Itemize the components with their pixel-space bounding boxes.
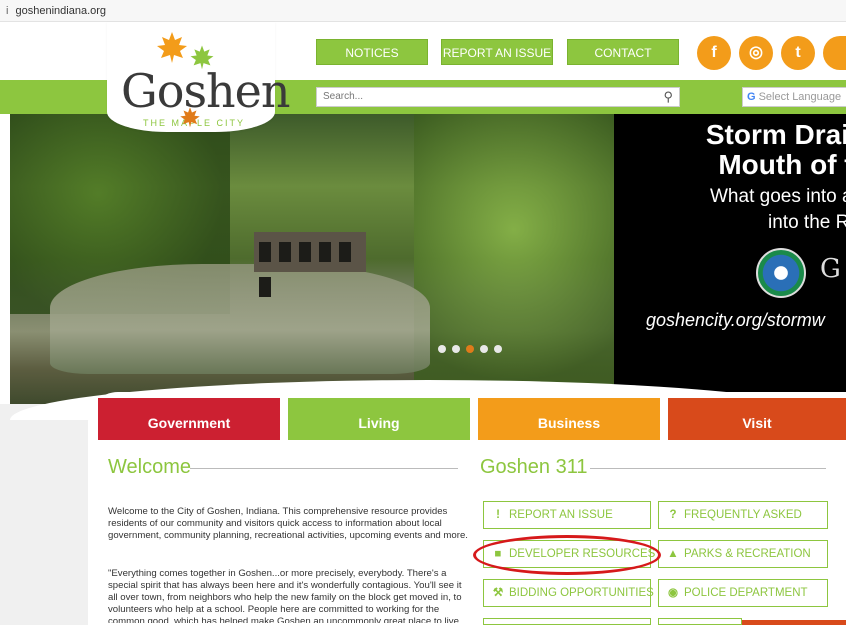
police-department-button[interactable]: ◉ POLICE DEPARTMENT [658,579,828,607]
twitter-icon[interactable]: t [781,36,815,70]
slide-dot[interactable] [452,345,460,353]
banner-logo-letter: G [820,254,841,284]
goshen-311-rule [590,468,826,469]
city-seal-icon [756,248,806,298]
google-icon: G [747,91,756,103]
tab-government[interactable]: Government [98,398,280,440]
welcome-paragraph-1: Welcome to the City of Goshen, Indiana. … [108,506,468,541]
feedback-tab-partial[interactable] [742,620,846,625]
slide-dot[interactable] [494,345,502,353]
stormwater-banner: Storm Drain Mouth of t What goes into a … [614,114,846,404]
police-department-label: POLICE DEPARTMENT [684,587,808,599]
tab-living[interactable]: Living [288,398,470,440]
goshen-311-title: Goshen 311 [480,456,588,478]
welcome-rule [190,468,458,469]
search-input[interactable]: Search... ⚲ [316,87,680,107]
language-select[interactable]: G Select Language [742,87,846,107]
gavel-icon: ⚒ [492,587,504,599]
banner-text-line2: into the R [768,212,846,233]
banner-title: Storm Drain Mouth of t [656,120,846,180]
site-info-icon[interactable]: i [6,5,8,17]
hero-slider[interactable]: Storm Drain Mouth of t What goes into a … [10,114,846,404]
search-placeholder: Search... [323,91,364,102]
banner-text-line1: What goes into a [710,186,846,207]
logo-wordmark: Goshen [121,64,291,118]
maple-leaf-orange-icon [157,32,187,63]
notices-button[interactable]: NOTICES [316,39,428,65]
report-issue-label: REPORT AN ISSUE [509,509,613,521]
photo-river [50,264,430,374]
report-issue-button[interactable]: REPORT AN ISSUE [441,39,553,65]
facebook-icon[interactable]: f [697,36,731,70]
slide-dot-active[interactable] [466,345,474,353]
instagram-icon[interactable]: ◎ [739,36,773,70]
language-label: Select Language [758,91,842,103]
welcome-title: Welcome [108,456,191,478]
next-row-button-partial-right[interactable] [658,618,742,625]
banner-title-line2: Mouth of t [718,149,846,180]
frequently-asked-label: FREQUENTLY ASKED [684,509,802,521]
slide-dots[interactable] [438,340,508,358]
welcome-paragraph-2: "Everything comes together in Goshen...o… [108,568,462,623]
banner-title-line1: Storm Drain [705,119,846,150]
police-car-icon: ◉ [667,587,679,599]
tree-icon: ▲ [667,548,679,560]
slide-dot[interactable] [480,345,488,353]
parks-recreation-button[interactable]: ▲ PARKS & RECREATION [658,540,828,568]
question-circle-icon: ? [669,509,677,521]
bidding-opportunities-label: BIDDING OPPORTUNITIES [509,587,654,599]
url-text: goshenindiana.org [15,5,107,17]
tab-visit[interactable]: Visit [668,398,846,440]
red-highlight-circle [473,535,661,575]
tab-business[interactable]: Business [478,398,660,440]
exclamation-icon: ! [496,509,500,521]
bidding-opportunities-button[interactable]: ⚒ BIDDING OPPORTUNITIES [483,579,654,607]
banner-url: goshencity.org/stormw [646,310,825,330]
site-logo[interactable]: Goshen THE MAPLE CITY [107,22,291,132]
maple-leaf-small-icon [180,107,200,128]
address-bar[interactable]: i goshenindiana.org [0,0,846,22]
contact-button[interactable]: CONTACT [567,39,679,65]
next-row-button-partial[interactable] [483,618,651,625]
search-icon[interactable]: ⚲ [663,89,673,105]
photo-trees-right [414,114,614,404]
frequently-asked-button[interactable]: ? FREQUENTLY ASKED [658,501,828,529]
report-issue-311-button[interactable]: ! REPORT AN ISSUE [483,501,651,529]
photo-dam [254,232,366,297]
parks-recreation-label: PARKS & RECREATION [684,548,811,560]
slide-dot[interactable] [438,345,446,353]
hero-photo [10,114,614,404]
